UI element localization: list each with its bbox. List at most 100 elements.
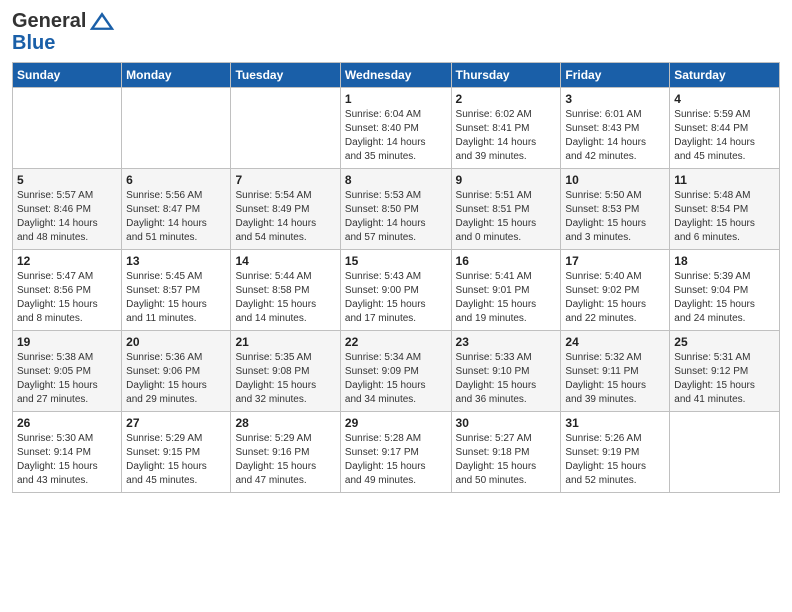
calendar-cell: 24Sunrise: 5:32 AM Sunset: 9:11 PM Dayli… (561, 331, 670, 412)
day-number: 19 (17, 335, 117, 349)
day-number: 11 (674, 173, 775, 187)
calendar-cell: 26 Sunrise: 5:30 AM Sunset: 9:14 PM Dayli… (13, 412, 122, 493)
calendar-week-row: 5Sunrise: 5:57 AM Sunset: 8:46 PM Daylig… (13, 169, 780, 250)
day-info: Sunrise: 5:39 AM Sunset: 9:04 PM Dayligh… (674, 270, 775, 326)
calendar-header-thursday: Thursday (451, 63, 561, 88)
calendar-cell: 1 Sunrise: 6:04 AM Sunset: 8:40 PM Daylig… (340, 88, 451, 169)
day-number: 9 (456, 173, 557, 187)
day-number: 2 (456, 92, 557, 106)
day-info: Sunrise: 5:47 AM Sunset: 8:56 PM Dayligh… (17, 270, 117, 326)
calendar-cell: 19 Sunrise: 5:38 AM Sunset: 9:05 PM Dayli… (13, 331, 122, 412)
day-info: Sunrise: 5:54 AM Sunset: 8:49 PM Dayligh… (235, 189, 335, 245)
page: GeneralBlue SundayMondayTuesdayWednesday… (0, 0, 792, 503)
day-number: 23 (456, 335, 557, 349)
day-info: Sunrise: 5:41 AM Sunset: 9:01 PM Dayligh… (456, 270, 557, 326)
day-info: Sunrise: 5:45 AM Sunset: 8:57 PM Dayligh… (126, 270, 226, 326)
calendar-header-wednesday: Wednesday (340, 63, 451, 88)
calendar-cell: 11 Sunrise: 5:48 AM Sunset: 8:54 PM Dayli… (670, 169, 780, 250)
day-number: 31 (565, 416, 665, 430)
calendar-header-row: SundayMondayTuesdayWednesdayThursdayFrid… (13, 63, 780, 88)
day-info: Sunrise: 6:04 AM Sunset: 8:40 PM Dayligh… (345, 108, 447, 164)
day-info: Sunrise: 5:30 AM Sunset: 9:14 PM Dayligh… (17, 432, 117, 488)
day-number: 1 (345, 92, 447, 106)
day-number: 16 (456, 254, 557, 268)
day-number: 10 (565, 173, 665, 187)
calendar-cell: 2 Sunrise: 6:02 AM Sunset: 8:41 PM Daylig… (451, 88, 561, 169)
logo-blue: Blue (12, 32, 55, 54)
calendar-cell: 17 Sunrise: 5:40 AM Sunset: 9:02 PM Dayli… (561, 250, 670, 331)
day-info: Sunrise: 5:51 AM Sunset: 8:51 PM Dayligh… (456, 189, 557, 245)
calendar-header-sunday: Sunday (13, 63, 122, 88)
calendar-cell: 18 Sunrise: 5:39 AM Sunset: 9:04 PM Dayli… (670, 250, 780, 331)
day-number: 28 (235, 416, 335, 430)
day-info: Sunrise: 5:29 AM Sunset: 9:16 PM Dayligh… (235, 432, 335, 488)
calendar-cell: 25Sunrise: 5:31 AM Sunset: 9:12 PM Dayli… (670, 331, 780, 412)
calendar-header-friday: Friday (561, 63, 670, 88)
day-info: Sunrise: 5:56 AM Sunset: 8:47 PM Dayligh… (126, 189, 226, 245)
calendar-week-row: 19 Sunrise: 5:38 AM Sunset: 9:05 PM Dayli… (13, 331, 780, 412)
calendar-week-row: 1 Sunrise: 6:04 AM Sunset: 8:40 PM Daylig… (13, 88, 780, 169)
calendar-cell: 21Sunrise: 5:35 AM Sunset: 9:08 PM Dayli… (231, 331, 340, 412)
day-info: Sunrise: 5:38 AM Sunset: 9:05 PM Dayligh… (17, 351, 117, 407)
calendar-cell: 27 Sunrise: 5:29 AM Sunset: 9:15 PM Dayli… (122, 412, 231, 493)
calendar-cell (122, 88, 231, 169)
calendar-cell: 28 Sunrise: 5:29 AM Sunset: 9:16 PM Dayli… (231, 412, 340, 493)
calendar-header-monday: Monday (122, 63, 231, 88)
calendar-cell: 9 Sunrise: 5:51 AM Sunset: 8:51 PM Daylig… (451, 169, 561, 250)
day-number: 22 (345, 335, 447, 349)
day-info: Sunrise: 5:59 AM Sunset: 8:44 PM Dayligh… (674, 108, 775, 164)
calendar-cell: 22 Sunrise: 5:34 AM Sunset: 9:09 PM Dayli… (340, 331, 451, 412)
day-info: Sunrise: 5:44 AM Sunset: 8:58 PM Dayligh… (235, 270, 335, 326)
calendar-cell: 3 Sunrise: 6:01 AM Sunset: 8:43 PM Daylig… (561, 88, 670, 169)
calendar-cell: 6Sunrise: 5:56 AM Sunset: 8:47 PM Daylig… (122, 169, 231, 250)
day-info: Sunrise: 5:34 AM Sunset: 9:09 PM Dayligh… (345, 351, 447, 407)
day-info: Sunrise: 5:40 AM Sunset: 9:02 PM Dayligh… (565, 270, 665, 326)
calendar-cell: 10 Sunrise: 5:50 AM Sunset: 8:53 PM Dayli… (561, 169, 670, 250)
calendar-cell: 29 Sunrise: 5:28 AM Sunset: 9:17 PM Dayli… (340, 412, 451, 493)
day-number: 30 (456, 416, 557, 430)
header: GeneralBlue (12, 10, 780, 54)
day-info: Sunrise: 5:36 AM Sunset: 9:06 PM Dayligh… (126, 351, 226, 407)
calendar-cell: 5Sunrise: 5:57 AM Sunset: 8:46 PM Daylig… (13, 169, 122, 250)
day-number: 5 (17, 173, 117, 187)
day-info: Sunrise: 5:29 AM Sunset: 9:15 PM Dayligh… (126, 432, 226, 488)
day-info: Sunrise: 6:02 AM Sunset: 8:41 PM Dayligh… (456, 108, 557, 164)
day-info: Sunrise: 5:53 AM Sunset: 8:50 PM Dayligh… (345, 189, 447, 245)
day-info: Sunrise: 5:33 AM Sunset: 9:10 PM Dayligh… (456, 351, 557, 407)
day-info: Sunrise: 5:48 AM Sunset: 8:54 PM Dayligh… (674, 189, 775, 245)
day-info: Sunrise: 5:28 AM Sunset: 9:17 PM Dayligh… (345, 432, 447, 488)
calendar-cell (13, 88, 122, 169)
day-number: 25 (674, 335, 775, 349)
calendar-cell: 13Sunrise: 5:45 AM Sunset: 8:57 PM Dayli… (122, 250, 231, 331)
logo-general: General (12, 10, 86, 32)
calendar-week-row: 26 Sunrise: 5:30 AM Sunset: 9:14 PM Dayli… (13, 412, 780, 493)
day-number: 17 (565, 254, 665, 268)
day-number: 8 (345, 173, 447, 187)
day-info: Sunrise: 5:50 AM Sunset: 8:53 PM Dayligh… (565, 189, 665, 245)
calendar-cell: 20 Sunrise: 5:36 AM Sunset: 9:06 PM Dayli… (122, 331, 231, 412)
day-number: 15 (345, 254, 447, 268)
day-info: Sunrise: 5:27 AM Sunset: 9:18 PM Dayligh… (456, 432, 557, 488)
calendar-cell: 14Sunrise: 5:44 AM Sunset: 8:58 PM Dayli… (231, 250, 340, 331)
day-number: 29 (345, 416, 447, 430)
calendar-cell: 7Sunrise: 5:54 AM Sunset: 8:49 PM Daylig… (231, 169, 340, 250)
day-number: 26 (17, 416, 117, 430)
day-number: 20 (126, 335, 226, 349)
day-number: 18 (674, 254, 775, 268)
day-number: 3 (565, 92, 665, 106)
calendar-header-saturday: Saturday (670, 63, 780, 88)
day-info: Sunrise: 5:32 AM Sunset: 9:11 PM Dayligh… (565, 351, 665, 407)
calendar-table: SundayMondayTuesdayWednesdayThursdayFrid… (12, 62, 780, 493)
day-info: Sunrise: 6:01 AM Sunset: 8:43 PM Dayligh… (565, 108, 665, 164)
calendar-cell: 12 Sunrise: 5:47 AM Sunset: 8:56 PM Dayli… (13, 250, 122, 331)
calendar-cell: 30 Sunrise: 5:27 AM Sunset: 9:18 PM Dayli… (451, 412, 561, 493)
calendar-cell (231, 88, 340, 169)
day-number: 12 (17, 254, 117, 268)
day-number: 27 (126, 416, 226, 430)
calendar-cell: 15 Sunrise: 5:43 AM Sunset: 9:00 PM Dayli… (340, 250, 451, 331)
logo-text: GeneralBlue (12, 10, 116, 54)
day-info: Sunrise: 5:43 AM Sunset: 9:00 PM Dayligh… (345, 270, 447, 326)
calendar-cell: 8 Sunrise: 5:53 AM Sunset: 8:50 PM Daylig… (340, 169, 451, 250)
calendar-cell: 4Sunrise: 5:59 AM Sunset: 8:44 PM Daylig… (670, 88, 780, 169)
day-number: 21 (235, 335, 335, 349)
